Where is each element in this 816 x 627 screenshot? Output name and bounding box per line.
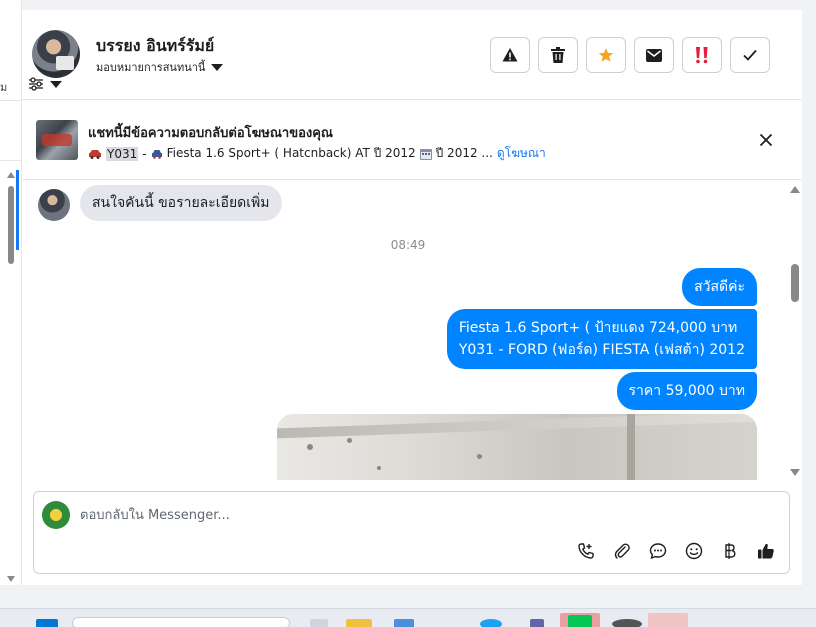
- payment-button[interactable]: [719, 540, 741, 562]
- trash-icon: [551, 47, 565, 63]
- close-icon: [759, 133, 773, 147]
- taskbar-app[interactable]: [310, 619, 328, 627]
- assign-label: มอบหมายการสนทนานี้: [96, 61, 206, 74]
- photo-detail: [277, 414, 757, 439]
- outgoing-message[interactable]: สวัสดีค่ะ: [682, 268, 757, 306]
- conversation-actions: [490, 37, 770, 73]
- conversation-list-scrollbar[interactable]: [6, 172, 16, 582]
- photo-detail: [477, 454, 482, 459]
- scrollbar-thumb[interactable]: [791, 264, 799, 302]
- message-line: Y031 - FORD (ฟอร์ด) FIESTA (เฟสต้า) 2012: [458, 342, 745, 358]
- smiley-icon: [685, 542, 703, 560]
- os-taskbar: [0, 608, 816, 627]
- reply-input[interactable]: [80, 504, 720, 526]
- ad-year: ปี 2012 ...: [435, 146, 493, 160]
- photo-detail: [377, 466, 381, 470]
- folder-icon[interactable]: [346, 619, 372, 627]
- filter-button[interactable]: [28, 76, 70, 92]
- emoji-button[interactable]: [683, 540, 705, 562]
- star-icon: [598, 48, 614, 62]
- thread-scrollbar[interactable]: [790, 186, 800, 476]
- warning-triangle-icon: [502, 48, 518, 62]
- sender-avatar[interactable]: [38, 189, 70, 221]
- line-app-icon[interactable]: [568, 615, 592, 627]
- outgoing-message[interactable]: ราคา 59,000 บาท: [616, 372, 757, 410]
- message-timestamp: 08:49: [390, 238, 426, 252]
- page-avatar: [42, 501, 70, 529]
- attach-button[interactable]: [611, 540, 633, 562]
- phone-plus-icon: [578, 543, 594, 559]
- taskbar-app[interactable]: [612, 619, 642, 627]
- separator: -: [142, 146, 147, 161]
- ad-reply-banner: แชทนี้มีข้อความตอบกลับต่อโฆษณาของคุณ Y03…: [22, 100, 802, 180]
- outgoing-message[interactable]: Fiesta 1.6 Sport+ ( ป้ายแดง 724,000 บาท …: [446, 309, 757, 369]
- contact-avatar[interactable]: [32, 30, 80, 78]
- scrollbar-thumb[interactable]: [8, 186, 14, 264]
- chevron-down-icon: [50, 80, 62, 88]
- photo-detail: [307, 444, 313, 450]
- banner-ad-details: Y031 - Fiesta 1.6 Sport+ ( Hatcnback) AT…: [88, 144, 546, 163]
- ad-thumbnail[interactable]: [36, 120, 78, 160]
- report-spam-button[interactable]: [490, 37, 530, 73]
- saved-replies-button[interactable]: [647, 540, 669, 562]
- photo-detail: [627, 414, 635, 480]
- contact-name[interactable]: บรรยง อินทร์รัมย์: [96, 34, 214, 59]
- message-line: Fiesta 1.6 Sport+ ( ป้ายแดง 724,000 บาท: [458, 320, 738, 336]
- paperclip-icon: [614, 543, 630, 559]
- call-button[interactable]: [575, 540, 597, 562]
- assign-conversation-dropdown[interactable]: มอบหมายการสนทนานี้: [96, 58, 224, 76]
- view-ad-link[interactable]: ดูโฆษณา: [497, 144, 546, 163]
- reply-composer: [33, 491, 790, 574]
- conversation-header: บรรยง อินทร์รัมย์ มอบหมายการสนทนานี้: [22, 10, 802, 100]
- outgoing-photo[interactable]: [277, 414, 757, 480]
- taskbar-app[interactable]: [530, 619, 544, 627]
- chevron-down-icon: [211, 63, 224, 71]
- chat-bubble-icon: [649, 543, 667, 560]
- car-icon: [89, 149, 101, 159]
- incoming-message[interactable]: สนใจคันนี้ ขอรายละเอียดเพิ่ม: [80, 185, 282, 221]
- taskbar-search[interactable]: [72, 617, 290, 627]
- baht-icon: [725, 543, 736, 559]
- scroll-down-arrow-icon[interactable]: [7, 576, 15, 582]
- double-exclamation-icon: [696, 47, 708, 64]
- composer-toolbar: [575, 540, 777, 562]
- scroll-up-arrow-icon[interactable]: [790, 186, 800, 193]
- star-button[interactable]: [586, 37, 626, 73]
- scroll-down-arrow-icon[interactable]: [790, 469, 800, 476]
- selected-conversation-indicator: [16, 170, 19, 250]
- thumbs-up-icon: [758, 543, 774, 559]
- taskbar-app[interactable]: [648, 613, 688, 627]
- divider: [0, 160, 22, 161]
- conversation-list-edge: ม: [0, 0, 22, 585]
- ad-model: Fiesta 1.6 Sport+ ( Hatcnback) AT ปี 201…: [166, 146, 416, 160]
- sidebar-fragment-text: ม: [0, 81, 8, 94]
- ad-code: Y031: [106, 146, 139, 161]
- taskbar-app[interactable]: [480, 619, 502, 627]
- follow-up-button[interactable]: [682, 37, 722, 73]
- start-button[interactable]: [36, 619, 58, 627]
- envelope-icon: [646, 48, 662, 62]
- mark-unread-button[interactable]: [634, 37, 674, 73]
- calendar-icon: [419, 148, 432, 160]
- conversation-panel: บรรยง อินทร์รัมย์ มอบหมายการสนทนานี้ แชท…: [22, 10, 802, 585]
- sliders-icon: [29, 77, 43, 91]
- photo-detail: [347, 438, 352, 443]
- check-icon: [743, 49, 757, 61]
- thumbs-up-button[interactable]: [755, 540, 777, 562]
- close-banner-button[interactable]: [756, 130, 776, 150]
- scroll-up-arrow-icon[interactable]: [7, 172, 15, 178]
- banner-title: แชทนี้มีข้อความตอบกลับต่อโฆษณาของคุณ: [88, 126, 333, 141]
- delete-button[interactable]: [538, 37, 578, 73]
- taskbar-app[interactable]: [394, 619, 414, 627]
- car-icon: [151, 149, 162, 159]
- mark-done-button[interactable]: [730, 37, 770, 73]
- divider: [0, 100, 22, 101]
- message-thread: สนใจคันนี้ ขอรายละเอียดเพิ่ม 08:49 สวัสด…: [22, 180, 802, 480]
